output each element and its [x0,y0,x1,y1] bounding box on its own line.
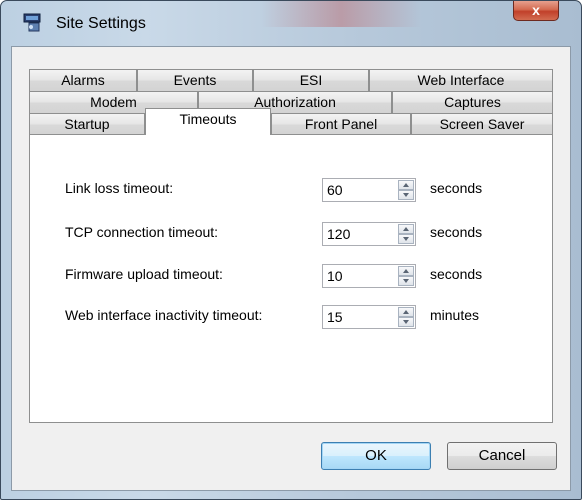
tcp-connection-label: TCP connection timeout: [65,224,219,240]
spin-up-icon[interactable] [398,180,414,190]
firmware-upload-timeout-input[interactable]: 10 [322,264,416,288]
firmware-upload-value: 10 [327,268,343,284]
ok-button[interactable]: OK [321,442,431,470]
tab-events[interactable]: Events [137,69,253,91]
cancel-button[interactable]: Cancel [447,442,557,470]
tcp-connection-timeout-input[interactable]: 120 [322,222,416,246]
firmware-upload-unit: seconds [430,266,483,282]
tab-timeouts[interactable]: Timeouts [145,108,271,135]
link-loss-value: 60 [327,182,343,198]
tab-front-panel[interactable]: Front Panel [271,113,411,135]
spin-down-icon[interactable] [398,317,414,327]
tab-web-interface[interactable]: Web Interface [369,69,553,91]
firmware-upload-label: Firmware upload timeout: [65,266,223,282]
spin-up-icon[interactable] [398,266,414,276]
spin-down-icon[interactable] [398,234,414,244]
title-bar[interactable]: Site Settings x [1,1,581,45]
web-inactivity-label: Web interface inactivity timeout: [65,307,263,323]
tcp-connection-value: 120 [327,226,351,242]
link-loss-label: Link loss timeout: [65,180,174,196]
spin-up-icon[interactable] [398,224,414,234]
web-inactivity-unit: minutes [430,307,480,323]
tcp-connection-unit: seconds [430,224,483,240]
web-inactivity-timeout-input[interactable]: 15 [322,305,416,329]
window-title: Site Settings [56,15,146,32]
tab-captures[interactable]: Captures [392,91,553,113]
tab-alarms[interactable]: Alarms [29,69,137,91]
spin-down-icon[interactable] [398,276,414,286]
close-icon[interactable]: x [513,1,559,21]
window-frame: Site Settings x Alarms Events ESI Web In… [0,0,582,500]
tab-screen-saver[interactable]: Screen Saver [411,113,553,135]
spin-up-icon[interactable] [398,307,414,317]
link-loss-timeout-input[interactable]: 60 [322,178,416,202]
site-settings-icon [23,13,43,33]
tab-esi[interactable]: ESI [253,69,369,91]
timeouts-panel: Link loss timeout: 60 seconds TCP connec… [29,134,553,423]
spin-down-icon[interactable] [398,190,414,200]
web-inactivity-value: 15 [327,309,343,325]
tab-startup[interactable]: Startup [29,113,145,135]
link-loss-unit: seconds [430,180,483,196]
